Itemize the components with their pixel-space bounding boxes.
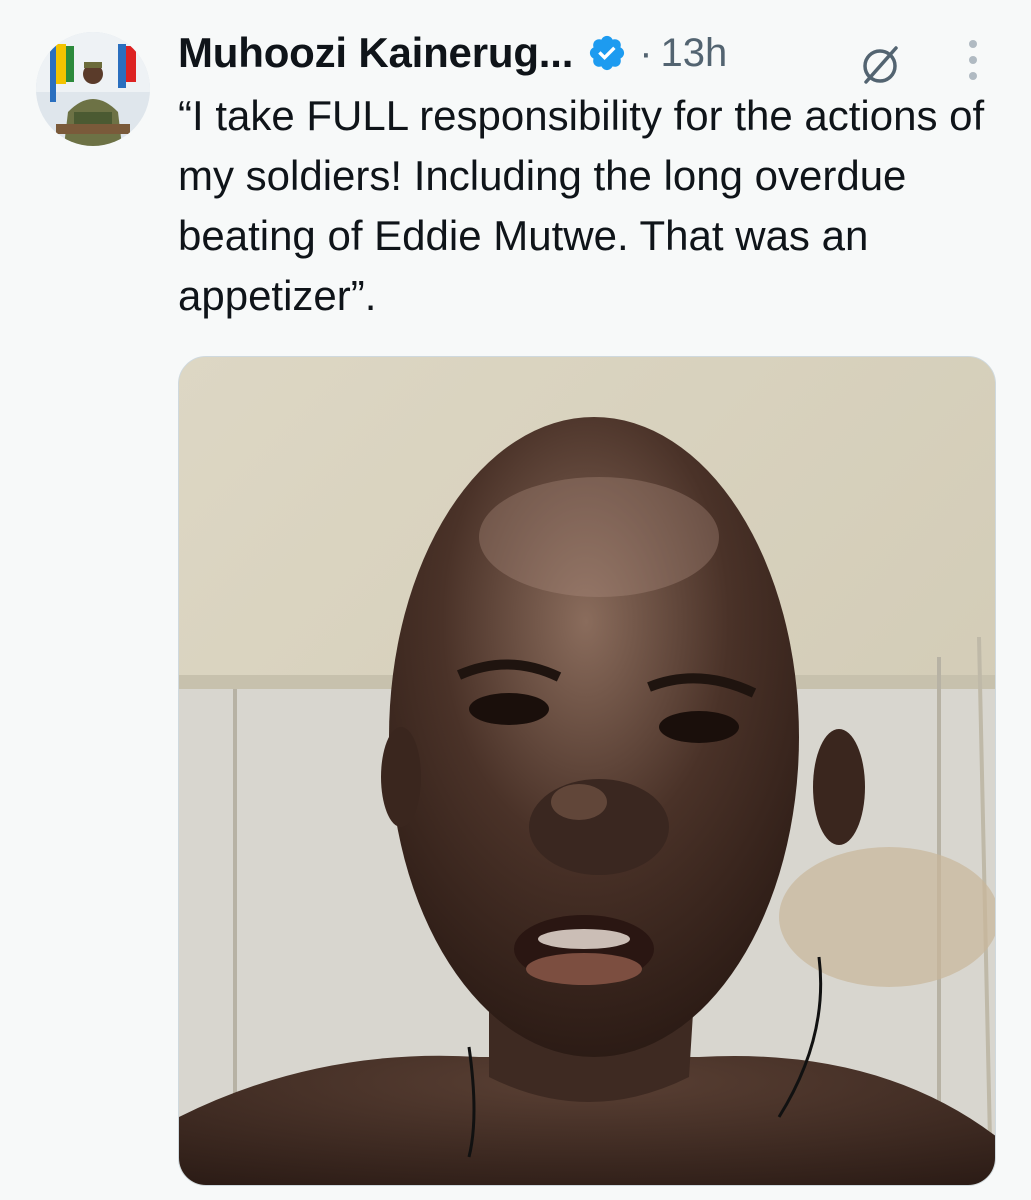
author-display-name[interactable]: Muhoozi Kainerug... bbox=[178, 29, 573, 77]
tweet-text: “I take FULL responsibility for the acti… bbox=[178, 92, 985, 319]
more-vertical-icon[interactable] bbox=[958, 36, 988, 84]
tweet-photo[interactable] bbox=[178, 356, 996, 1186]
author-avatar[interactable] bbox=[36, 32, 150, 146]
tweet-timestamp[interactable]: 13h bbox=[661, 31, 728, 76]
tweet-card[interactable]: Muhoozi Kainerug... · 13h “I take FULL r… bbox=[0, 0, 1031, 1200]
grok-slash-icon[interactable] bbox=[856, 40, 904, 88]
separator-dot: · bbox=[639, 30, 653, 75]
tweet-header: Muhoozi Kainerug... · 13h bbox=[178, 18, 727, 88]
verified-badge-icon bbox=[587, 33, 627, 73]
